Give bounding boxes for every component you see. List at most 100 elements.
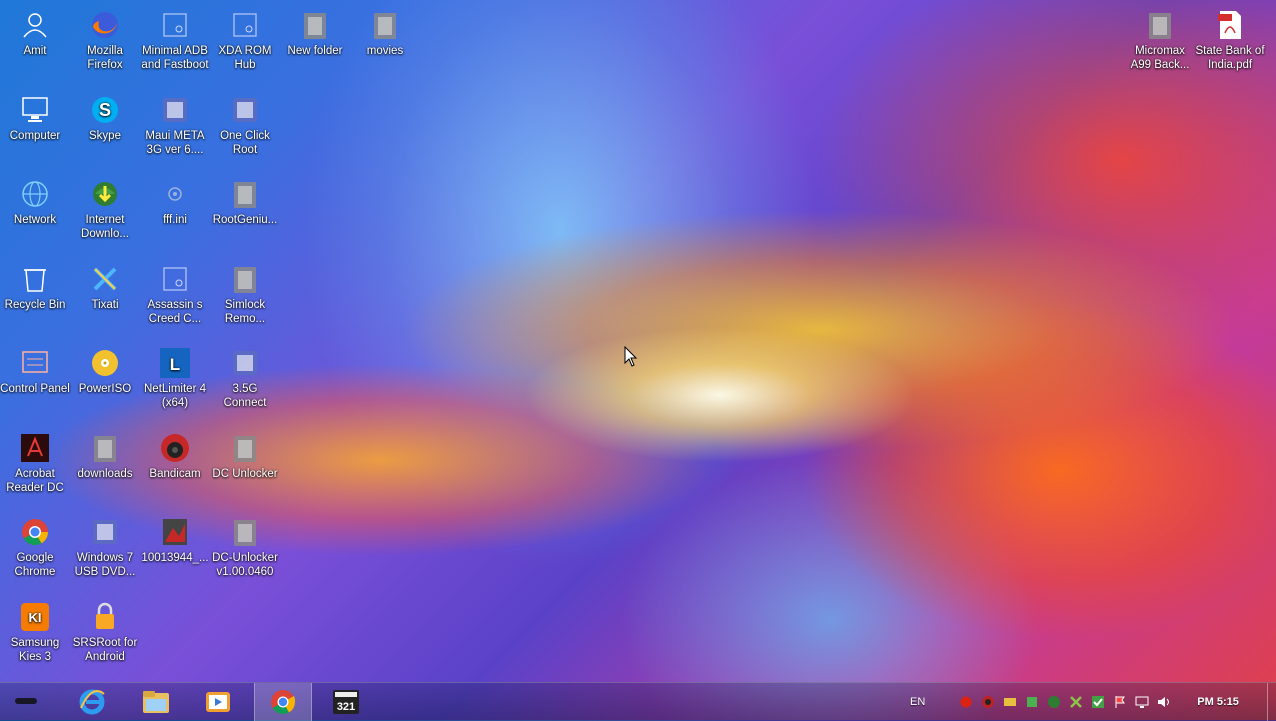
desktop-icon-label: Recycle Bin [4,298,66,311]
tixati-tray-icon[interactable] [1069,695,1083,709]
folder-icon [1144,9,1176,41]
desktop-icon-label: Amit [23,45,47,57]
desktop-icon-label: DC-Unlocker v1.00.0460 [212,552,278,578]
desktop-icon-downloads[interactable]: downloads [70,427,140,481]
desktop-icon-simlock-remo[interactable]: Simlock Remo... [210,258,280,326]
taskbar-chrome[interactable] [254,683,312,721]
desktop-icon-label: Skype [89,129,121,142]
desktop-icon-amit[interactable]: Amit [0,4,70,58]
network-icon [19,178,51,210]
desktop-icon-bandicam[interactable]: Bandicam [140,427,210,481]
idm-tray-icon[interactable] [1047,695,1061,709]
desktop-icon-control-panel[interactable]: Control Panel [0,342,70,396]
taskbar-file-explorer[interactable] [128,683,184,721]
folder-icon [229,432,261,464]
desktop-icon-tixati[interactable]: Tixati [70,258,140,312]
network-status-icon[interactable] [1003,695,1017,709]
recycle-bin-icon [19,263,51,295]
app-icon [229,94,261,126]
desktop-icon-internet-downlo[interactable]: Internet Downlo... [70,173,140,241]
desktop-icon-mozilla-firefox[interactable]: Mozilla Firefox [70,4,140,72]
desktop-icon-label: DC Unlocker [212,467,278,480]
file-explorer-icon [143,691,169,713]
folder-icon [369,9,401,41]
desktop-icon-label: State Bank of India.pdf [1195,45,1265,71]
desktop-icon-netlimiter-4-x64[interactable]: L NetLimiter 4 (x64) [140,342,210,410]
clock[interactable]: PM 5:15 [1197,696,1239,708]
desktop-icon-xda-rom-hub[interactable]: XDA ROM Hub [210,4,280,72]
desktop-icon-recycle-bin[interactable]: Recycle Bin [0,258,70,312]
shortcut-icon [159,9,191,41]
app-icon [229,347,261,379]
volume-icon[interactable] [1157,695,1171,709]
desktop-icon-label: Internet Downlo... [81,214,129,240]
shortcut-icon [229,9,261,41]
desktop-icon-google-chrome[interactable]: Google Chrome [0,511,70,579]
bandicam-tray-icon[interactable] [981,695,995,709]
desktop-icon-acrobat-reader-dc[interactable]: Acrobat Reader DC [0,427,70,495]
media-player-icon [206,692,230,712]
chrome-icon [19,516,51,548]
desktop-icon-poweriso[interactable]: PowerISO [70,342,140,396]
record-icon[interactable] [959,695,973,709]
flag-icon[interactable] [1113,695,1127,709]
desktop-icon-label: movies [366,45,404,57]
language-indicator[interactable]: EN [910,696,925,708]
desktop-icon-label: SRSRoot for Android [72,636,138,663]
desktop-icon-label: Acrobat Reader DC [6,467,64,494]
desktop-icon-computer[interactable]: Computer [0,89,70,143]
desktop-icon-label: Micromax A99 Back... [1130,45,1190,71]
desktop-icon-state-bank-of-india-pdf[interactable]: State Bank of India.pdf [1195,4,1265,72]
desktop-icon-dc-unlocker-v1-00-0460[interactable]: DC-Unlocker v1.00.0460 [210,511,280,579]
desktop-icon-movies[interactable]: movies [350,4,420,58]
desktop-icon-label: Maui META 3G ver 6.... [145,129,205,156]
desktop-icon-label: PowerISO [78,383,132,395]
desktop-icon-3-5g-connect[interactable]: 3.5G Connect [210,342,280,410]
desktop-icon-label: downloads [77,467,133,480]
taskbar-internet-explorer[interactable] [64,683,120,721]
desktop-icon-micromax-a99-back[interactable]: Micromax A99 Back... [1125,4,1195,72]
show-desktop-button[interactable] [1267,683,1276,721]
badge-text: 321 [337,701,355,713]
desktop-icon-label: Control Panel [0,383,70,395]
taskbar-media-player-classic[interactable]: 321 [318,683,374,721]
media-player-classic-icon: 321 [333,690,359,714]
desktop-icon-rootgeniu[interactable]: RootGeniu... [210,173,280,227]
acrobat-icon [19,432,51,464]
svg-text:KI: KI [29,610,42,625]
pdf-icon [1214,9,1246,41]
taskbar: 321 EN PM 5:15 [0,682,1276,721]
desktop-icon-network[interactable]: Network [0,173,70,227]
folder-icon [299,9,331,41]
netlimiter-icon: L [159,347,191,379]
desktop-icon-minimal-adb-and-fastboot[interactable]: Minimal ADB and Fastboot [140,4,210,72]
app-icon [89,516,121,548]
desktop-icon-dc-unlocker[interactable]: DC Unlocker [210,427,280,481]
desktop-icon-label: fff.ini [163,214,187,226]
desktop-icon-label: Minimal ADB and Fastboot [141,45,209,71]
display-icon[interactable] [1135,695,1149,709]
kies-icon: KI [19,601,51,633]
taskbar-media-player[interactable] [190,683,246,721]
settings-file-icon [159,178,191,210]
desktop-icon-label: Samsung Kies 3 [10,636,60,663]
usb-icon[interactable] [1025,695,1039,709]
desktop-icon-windows-7-usb-dvd[interactable]: Windows 7 USB DVD... [70,511,140,579]
desktop-icon-maui-meta-3g-ver-6[interactable]: Maui META 3G ver 6.... [140,89,210,157]
desktop-icon-new-folder[interactable]: New folder [280,4,350,58]
desktop-icon-fff-ini[interactable]: fff.ini [140,173,210,227]
start-button[interactable] [4,683,48,721]
sync-check-icon[interactable] [1091,695,1105,709]
desktop-icon-assassin-s-creed-c[interactable]: Assassin s Creed C... [140,258,210,326]
srsroot-icon [89,601,121,633]
desktop-icon-label: Bandicam [149,467,201,480]
desktop-icon-one-click-root[interactable]: One Click Root [210,89,280,157]
desktop-icon-samsung-kies-3[interactable]: KI Samsung Kies 3 [0,596,70,664]
desktop-icon-label: Network [13,214,57,226]
desktop-icon-10013944[interactable]: 10013944_... [140,511,210,565]
desktop-icon-label: 10013944_... [141,552,209,564]
desktop-icon-srsroot-for-android[interactable]: SRSRoot for Android [70,596,140,664]
desktop-icon-skype[interactable]: S Skype [70,89,140,143]
desktop-icon-label: Simlock Remo... [224,298,266,325]
folder-icon [229,263,261,295]
